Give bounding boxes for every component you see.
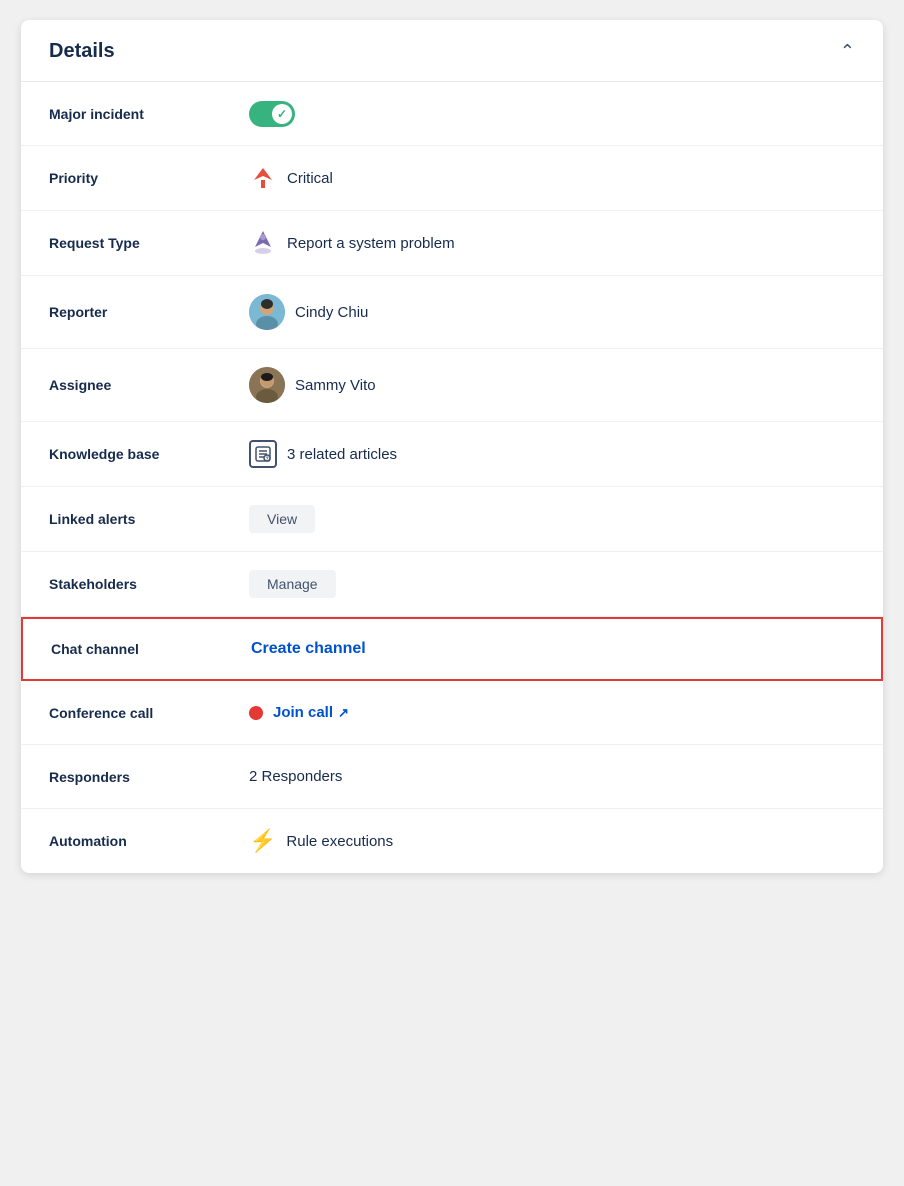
- panel-title: Details: [49, 40, 115, 63]
- label-major-incident: Major incident: [49, 106, 249, 122]
- label-stakeholders: Stakeholders: [49, 576, 249, 592]
- manage-button[interactable]: Manage: [249, 570, 336, 598]
- view-button[interactable]: View: [249, 505, 315, 533]
- label-reporter: Reporter: [49, 304, 249, 320]
- reporter-name: Cindy Chiu: [295, 304, 368, 321]
- value-stakeholders: Manage: [249, 570, 336, 598]
- external-link-icon: ↗︎: [338, 705, 349, 721]
- join-call-link[interactable]: Join call ↗︎: [273, 704, 349, 721]
- value-reporter: Cindy Chiu: [249, 294, 368, 330]
- label-chat-channel: Chat channel: [51, 641, 251, 657]
- row-conference-call: Conference call Join call ↗︎: [21, 681, 883, 745]
- knowledge-base-icon: ?: [249, 440, 277, 468]
- label-linked-alerts: Linked alerts: [49, 511, 249, 527]
- row-chat-channel: Chat channel Create channel: [21, 617, 883, 681]
- label-request-type: Request Type: [49, 235, 249, 251]
- major-incident-toggle[interactable]: ✓: [249, 101, 295, 127]
- row-knowledge-base: Knowledge base ? 3 related articles: [21, 422, 883, 487]
- value-responders: 2 Responders: [249, 768, 342, 785]
- bolt-icon: ⚡: [249, 828, 276, 854]
- value-major-incident: ✓: [249, 101, 295, 127]
- live-indicator: [249, 706, 263, 720]
- value-priority: Critical: [249, 164, 333, 192]
- toggle-check-icon: ✓: [277, 107, 287, 121]
- assignee-name: Sammy Vito: [295, 377, 376, 394]
- knowledge-base-value: 3 related articles: [287, 446, 397, 463]
- row-responders: Responders 2 Responders: [21, 745, 883, 809]
- label-automation: Automation: [49, 833, 249, 849]
- details-panel: Details ⌃ Major incident ✓ Priority Crit…: [21, 20, 883, 873]
- toggle-knob: ✓: [272, 104, 292, 124]
- value-chat-channel: Create channel: [251, 640, 366, 658]
- panel-header: Details ⌃: [21, 20, 883, 82]
- value-knowledge-base: ? 3 related articles: [249, 440, 397, 468]
- priority-value: Critical: [287, 170, 333, 187]
- row-major-incident: Major incident ✓: [21, 82, 883, 146]
- label-priority: Priority: [49, 170, 249, 186]
- request-type-value: Report a system problem: [287, 235, 455, 252]
- value-automation: ⚡ Rule executions: [249, 828, 393, 854]
- label-knowledge-base: Knowledge base: [49, 446, 249, 462]
- row-reporter: Reporter Cindy Chiu: [21, 276, 883, 349]
- value-conference-call: Join call ↗︎: [249, 704, 349, 721]
- create-channel-link[interactable]: Create channel: [251, 640, 366, 658]
- value-request-type: Report a system problem: [249, 229, 455, 257]
- row-priority: Priority Critical: [21, 146, 883, 211]
- avatar-assignee: [249, 367, 285, 403]
- responders-value: 2 Responders: [249, 768, 342, 785]
- priority-icon: [249, 164, 277, 192]
- label-conference-call: Conference call: [49, 705, 249, 721]
- row-stakeholders: Stakeholders Manage: [21, 552, 883, 617]
- label-responders: Responders: [49, 769, 249, 785]
- collapse-icon[interactable]: ⌃: [840, 41, 855, 62]
- svg-text:?: ?: [266, 457, 269, 463]
- join-call-text: Join call: [273, 704, 333, 721]
- avatar-reporter: [249, 294, 285, 330]
- request-type-icon: [249, 229, 277, 257]
- value-linked-alerts: View: [249, 505, 315, 533]
- row-linked-alerts: Linked alerts View: [21, 487, 883, 552]
- value-assignee: Sammy Vito: [249, 367, 376, 403]
- label-assignee: Assignee: [49, 377, 249, 393]
- row-request-type: Request Type Report a system problem: [21, 211, 883, 276]
- row-assignee: Assignee Sammy Vito: [21, 349, 883, 422]
- automation-value: Rule executions: [286, 833, 393, 850]
- row-automation: Automation ⚡ Rule executions: [21, 809, 883, 873]
